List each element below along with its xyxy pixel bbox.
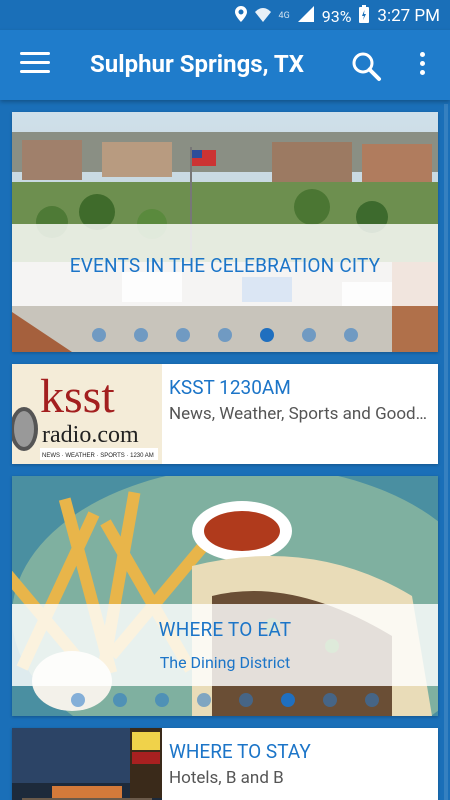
radio-subtitle: News, Weather, Sports and Good Times <box>169 404 429 424</box>
battery-icon <box>359 5 370 27</box>
pager-dot-active[interactable] <box>260 328 274 342</box>
battery-percent: 93% <box>321 6 352 26</box>
pager-dot[interactable] <box>71 693 85 707</box>
pager-dot[interactable] <box>365 693 379 707</box>
stay-title: WHERE TO STAY <box>169 740 311 763</box>
pager-dot[interactable] <box>176 328 190 342</box>
stay-card[interactable]: WHERE TO STAY Hotels, B and B <box>12 728 438 800</box>
pager-dot[interactable] <box>323 693 337 707</box>
pager-dot[interactable] <box>344 328 358 342</box>
app-bar: Sulphur Springs, TX <box>0 30 450 100</box>
eat-subtitle: The Dining District <box>159 653 291 672</box>
events-card[interactable]: EVENTS IN THE CELEBRATION CITY <box>12 112 438 352</box>
events-title: EVENTS IN THE CELEBRATION CITY <box>69 253 381 277</box>
menu-icon[interactable] <box>20 52 50 78</box>
pager-dot[interactable] <box>134 328 148 342</box>
eat-title: WHERE TO EAT <box>158 618 292 641</box>
pager-dot-active[interactable] <box>281 693 295 707</box>
svg-text:NEWS · WEATHER · SPORTS · 1230: NEWS · WEATHER · SPORTS · 1230 AM <box>42 453 154 459</box>
pager-dot[interactable] <box>302 328 316 342</box>
pager-dot[interactable] <box>197 693 211 707</box>
events-pager-dots[interactable] <box>12 328 438 342</box>
clock: 3:27 PM <box>377 6 440 26</box>
hotel-photo <box>12 728 162 800</box>
radio-card[interactable]: ksst radio.com NEWS · WEATHER · SPORTS ·… <box>12 364 438 464</box>
stay-subtitle: Hotels, B and B <box>169 768 284 788</box>
pager-dot[interactable] <box>218 328 232 342</box>
status-bar: 4G 93% 3:27 PM <box>0 0 450 30</box>
scrollbar[interactable] <box>444 104 448 800</box>
pager-dot[interactable] <box>239 693 253 707</box>
location-icon <box>234 6 247 26</box>
page-title: Sulphur Springs, TX <box>90 50 304 78</box>
radio-title: KSST 1230AM <box>169 376 291 399</box>
eat-caption: WHERE TO EAT The Dining District <box>12 604 438 686</box>
logo-text-ksst: ksst <box>40 370 115 423</box>
network-type: 4G <box>278 11 290 21</box>
signal-icon <box>297 6 314 26</box>
logo-text-radio: radio.com <box>42 422 139 448</box>
pager-dot[interactable] <box>92 328 106 342</box>
eat-card[interactable]: WHERE TO EAT The Dining District <box>12 476 438 716</box>
more-options-icon[interactable] <box>412 52 432 80</box>
pager-dot[interactable] <box>155 693 169 707</box>
search-icon[interactable] <box>350 50 382 82</box>
events-caption: EVENTS IN THE CELEBRATION CITY <box>12 224 438 306</box>
eat-pager-dots[interactable] <box>12 693 438 707</box>
pager-dot[interactable] <box>113 693 127 707</box>
ksst-logo: ksst radio.com NEWS · WEATHER · SPORTS ·… <box>12 364 162 464</box>
wifi-icon <box>254 7 271 26</box>
